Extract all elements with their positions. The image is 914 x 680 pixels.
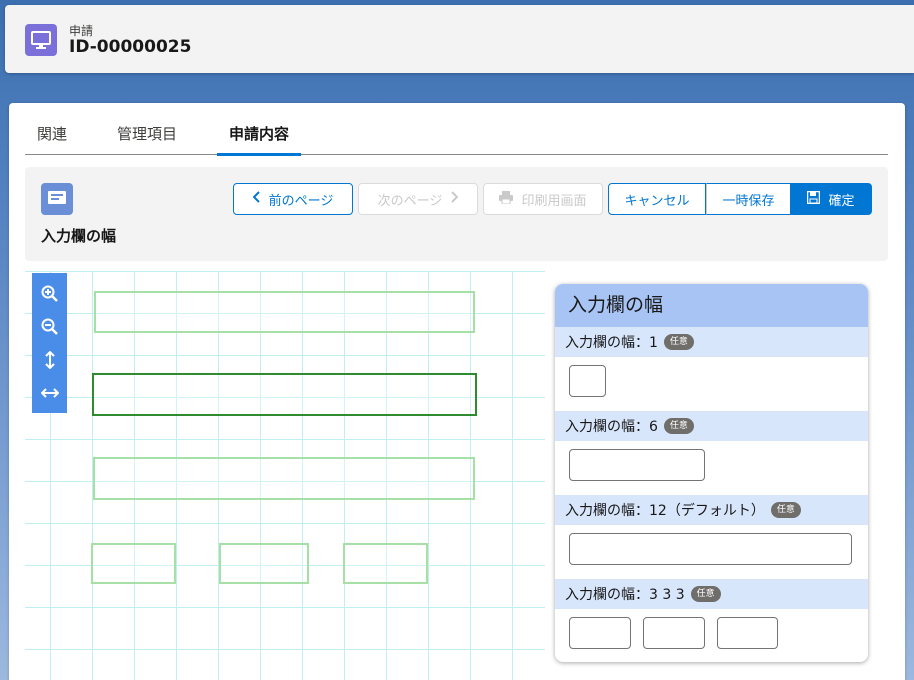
optional-badge: 任意 <box>663 334 694 350</box>
zoom-out-icon[interactable] <box>39 316 61 338</box>
confirm-label: 確定 <box>828 193 855 209</box>
layout-canvas[interactable] <box>25 271 545 680</box>
tab-related[interactable]: 関連 <box>37 113 67 155</box>
canvas-field-width-6[interactable] <box>92 373 477 416</box>
prev-page-button[interactable]: 前のページ <box>233 183 353 215</box>
preview-panel: 入力欄の幅 入力欄の幅：1 任意 入力欄の幅：6 任意 入力欄の幅：12（デフォ… <box>555 284 868 662</box>
canvas-field-width-3-a[interactable] <box>91 543 176 584</box>
record-header: 申請 ID-00000025 <box>5 5 914 73</box>
field-row-width-6 <box>555 441 868 495</box>
input-width-6[interactable] <box>569 449 705 481</box>
print-view-label: 印刷用画面 <box>521 193 587 209</box>
optional-badge: 任意 <box>663 418 694 434</box>
tab-bar: 関連 管理項目 申請内容 <box>25 113 888 156</box>
canvas-field-width-3-c[interactable] <box>343 543 428 584</box>
field-label-width-6: 入力欄の幅：6 任意 <box>555 411 868 441</box>
cancel-label: キャンセル <box>624 193 690 209</box>
page-title: 入力欄の幅 <box>41 227 117 245</box>
field-row-width-333 <box>555 609 868 662</box>
field-label-text: 入力欄の幅：3 3 3 <box>565 587 685 603</box>
field-row-width-12 <box>555 525 868 579</box>
print-view-button[interactable]: 印刷用画面 <box>483 183 603 215</box>
save-draft-button[interactable]: 一時保存 <box>706 183 791 215</box>
form-icon <box>41 183 73 215</box>
field-label-width-333: 入力欄の幅：3 3 3 任意 <box>555 579 868 609</box>
canvas-tool-bar <box>32 273 67 413</box>
next-page-button[interactable]: 次のページ <box>358 183 478 215</box>
prev-page-label: 前のページ <box>268 193 334 209</box>
save-icon <box>807 190 821 208</box>
field-label-text: 入力欄の幅：12（デフォルト） <box>565 503 765 519</box>
input-width-3-b[interactable] <box>643 617 705 649</box>
canvas-field-width-3-b[interactable] <box>219 543 309 584</box>
page-toolbar: 入力欄の幅 前のページ 次のページ 印刷用画面 キャンセル 一時保存 確定 <box>25 167 888 261</box>
input-width-3-c[interactable] <box>717 617 778 649</box>
input-width-12[interactable] <box>569 533 852 565</box>
confirm-button[interactable]: 確定 <box>790 183 872 215</box>
field-label-text: 入力欄の幅：6 <box>565 419 658 435</box>
tab-application-content[interactable]: 申請内容 <box>216 113 302 156</box>
desktop-icon <box>25 24 57 56</box>
input-width-1[interactable] <box>569 365 606 397</box>
optional-badge: 任意 <box>690 586 721 602</box>
printer-icon <box>499 190 514 208</box>
field-row-width-1 <box>555 357 868 411</box>
optional-badge: 任意 <box>770 502 801 518</box>
field-label-width-1: 入力欄の幅：1 任意 <box>555 327 868 357</box>
tab-management-items[interactable]: 管理項目 <box>117 113 177 155</box>
record-id: ID-00000025 <box>69 37 192 57</box>
vertical-resize-icon[interactable] <box>39 349 61 371</box>
preview-title: 入力欄の幅 <box>555 284 868 327</box>
horizontal-resize-icon[interactable] <box>39 382 61 404</box>
field-label-width-12: 入力欄の幅：12（デフォルト） 任意 <box>555 495 868 525</box>
zoom-in-icon[interactable] <box>39 283 61 305</box>
canvas-field-width-12[interactable] <box>93 457 475 500</box>
save-draft-label: 一時保存 <box>722 193 775 209</box>
cancel-button[interactable]: キャンセル <box>608 183 706 215</box>
field-label-text: 入力欄の幅：1 <box>565 335 658 351</box>
main-card: 関連 管理項目 申請内容 入力欄の幅 前のページ 次のページ 印刷用画面 キャン… <box>9 103 905 680</box>
next-page-label: 次のページ <box>377 193 443 209</box>
input-width-3-a[interactable] <box>569 617 631 649</box>
chevron-right-icon <box>450 191 459 207</box>
chevron-left-icon <box>252 191 261 207</box>
canvas-field-width-1[interactable] <box>94 291 475 333</box>
